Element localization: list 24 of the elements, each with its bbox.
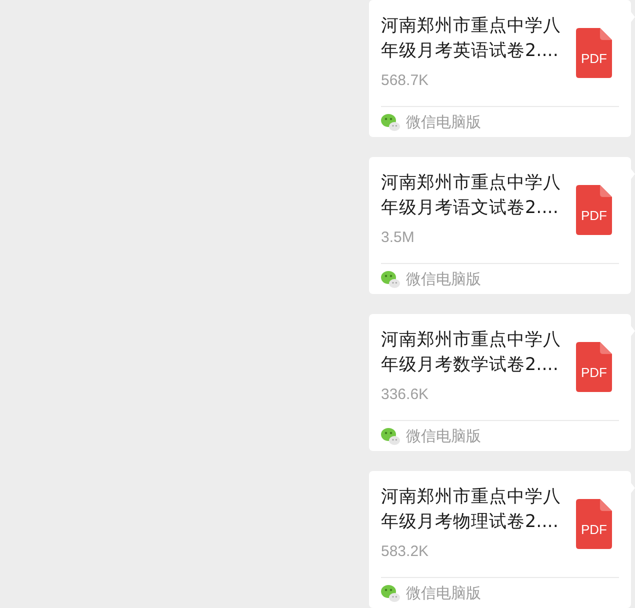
file-size: 336.6K: [381, 385, 429, 405]
file-size: 583.2K: [381, 542, 429, 562]
file-name: 河南郑州市重点中学八年级月考英语试卷2....: [381, 15, 562, 63]
file-name: 河南郑州市重点中学八年级月考数学试卷2....: [381, 329, 562, 377]
chat-bubbles-icon: [381, 584, 400, 602]
file-type-label: PDF: [581, 365, 607, 380]
chat-bubbles-icon: [381, 270, 400, 288]
chat-bubbles-icon: [381, 114, 400, 130]
file-type-label: PDF: [581, 51, 607, 66]
file-name: 河南郑州市重点中学八年级月考物理试卷2....: [381, 486, 562, 534]
document-icon: [576, 342, 612, 392]
document-icon: [576, 28, 612, 78]
file-type-label: PDF: [581, 208, 607, 223]
file-name: 河南郑州市重点中学八年级月考语文试卷2....: [381, 172, 562, 220]
file-size: 568.7K: [381, 71, 429, 91]
document-icon: [576, 499, 612, 549]
file-type-label: PDF: [581, 522, 607, 537]
source-label: 微信电脑版: [406, 269, 481, 289]
file-size: 3.5M: [381, 228, 414, 248]
document-icon: [576, 185, 612, 235]
chat-bubbles-icon: [381, 428, 400, 444]
source-label: 微信电脑版: [406, 583, 481, 603]
source-label: 微信电脑版: [406, 426, 481, 446]
source-label: 微信电脑版: [406, 112, 481, 132]
